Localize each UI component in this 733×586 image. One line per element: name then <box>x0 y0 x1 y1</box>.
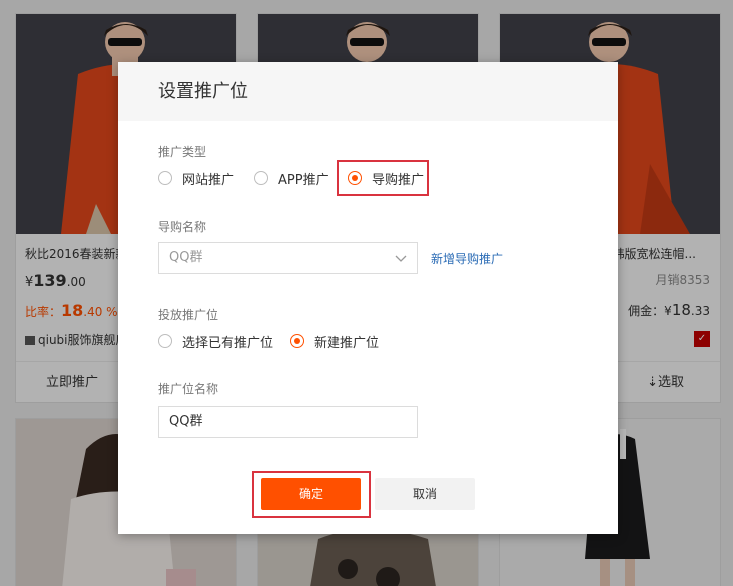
position-name-label: 推广位名称 <box>158 382 219 396</box>
guide-name-select[interactable]: QQ群 <box>158 242 418 274</box>
dialog-title: 设置推广位 <box>118 62 618 121</box>
radio-app-promotion[interactable]: APP推广 <box>254 168 329 188</box>
cancel-button[interactable]: 取消 <box>375 478 475 510</box>
radio-button-selected[interactable] <box>290 334 304 348</box>
radio-label: 选择已有推广位 <box>182 335 274 351</box>
radio-existing-position[interactable]: 选择已有推广位 <box>158 331 273 351</box>
placement-label: 投放推广位 <box>158 308 219 322</box>
radio-new-position[interactable]: 新建推广位 <box>290 331 379 351</box>
chevron-down-icon <box>395 255 407 262</box>
promotion-type-label: 推广类型 <box>158 145 207 159</box>
guide-name-label: 导购名称 <box>158 220 207 234</box>
radio-button[interactable] <box>254 171 268 185</box>
add-guide-promotion-link[interactable]: 新增导购推广 <box>431 250 503 267</box>
promotion-position-dialog: 设置推广位 推广类型 网站推广 APP推广 导购推广 导购名称 QQ群 新增导购… <box>118 62 618 534</box>
highlight-box <box>337 160 429 196</box>
radio-label: 网站推广 <box>182 172 235 188</box>
position-name-input[interactable]: QQ群 <box>158 406 418 438</box>
radio-website-promotion[interactable]: 网站推广 <box>158 168 234 188</box>
radio-button[interactable] <box>158 171 172 185</box>
radio-button[interactable] <box>158 334 172 348</box>
radio-label: 新建推广位 <box>314 335 380 351</box>
radio-label: APP推广 <box>278 172 329 188</box>
confirm-button[interactable]: 确定 <box>261 478 361 510</box>
